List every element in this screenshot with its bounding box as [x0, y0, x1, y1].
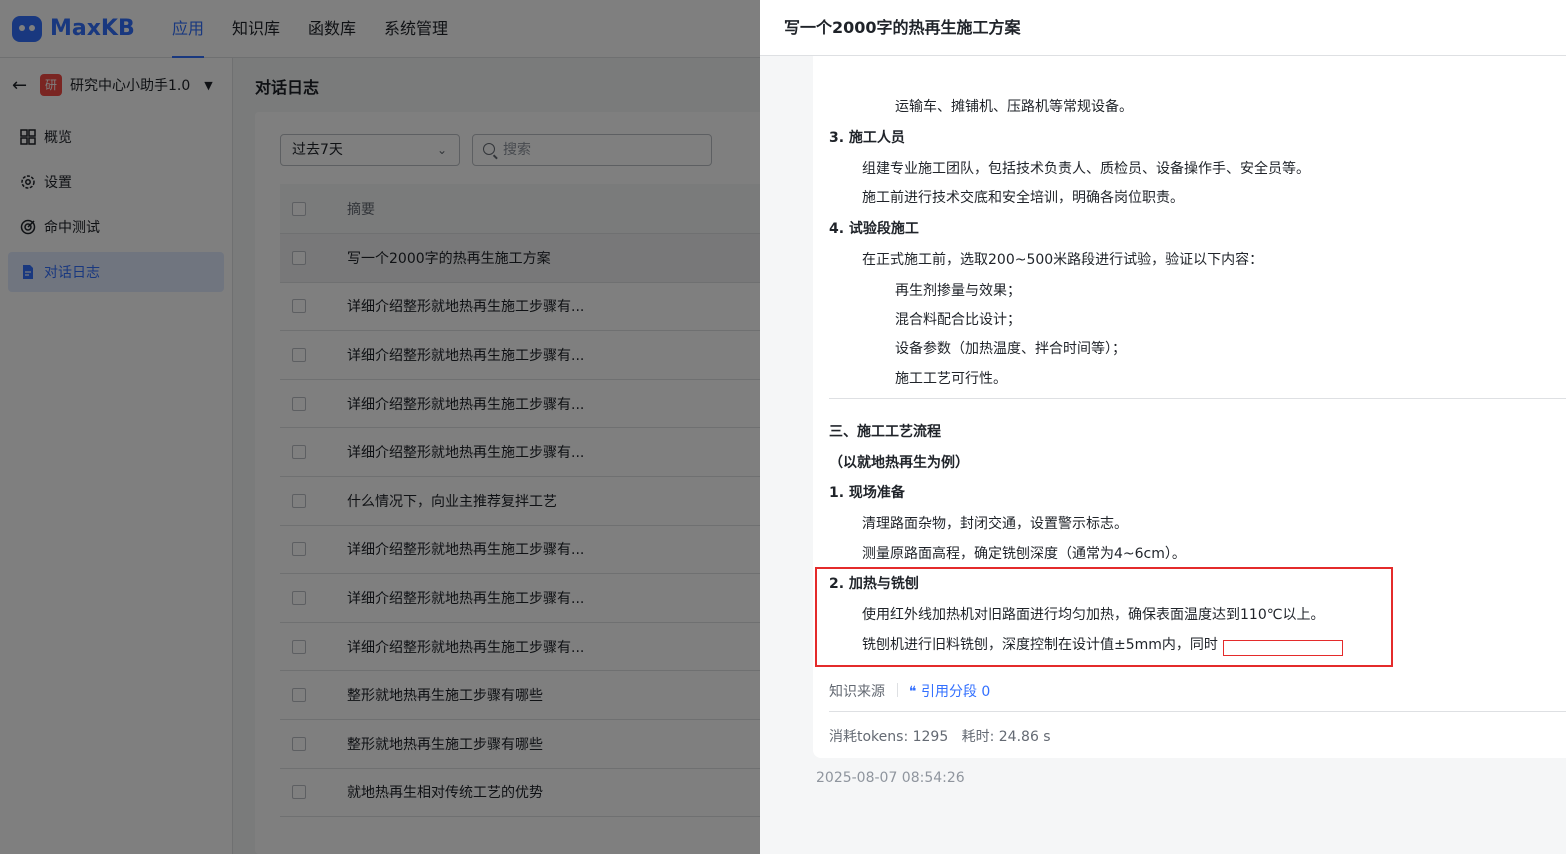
- answer-line: 混合料配合比设计；: [895, 312, 1021, 328]
- citation-label: 引用分段 0: [920, 684, 991, 700]
- answer-line: 清理路面杂物，封闭交通，设置警示标志。: [862, 516, 1128, 532]
- answer-heading: 3. 施工人员: [829, 130, 905, 146]
- highlight-box-small: [1223, 640, 1343, 656]
- elapsed-time: 耗时: 24.86 s: [961, 729, 1051, 745]
- answer-line: 在正式施工前，选取200~500米路段进行试验，验证以下内容：: [862, 252, 1264, 268]
- token-count: 消耗tokens: 1295: [829, 729, 949, 745]
- modal-overlay[interactable]: [0, 0, 760, 854]
- chat-detail-drawer: 写一个2000字的热再生施工方案 运输车、摊铺机、压路机等常规设备。 3. 施工…: [760, 0, 1566, 854]
- answer-line: 组建专业施工团队，包括技术负责人、质检员、设备操作手、安全员等。: [862, 161, 1310, 177]
- quote-icon: ❝: [909, 684, 921, 700]
- answer-card: 运输车、摊铺机、压路机等常规设备。 3. 施工人员 组建专业施工团队，包括技术负…: [813, 56, 1566, 758]
- answer-line: 测量原路面高程，确定铣刨深度（通常为4~6cm）。: [862, 546, 1186, 562]
- answer-line: 运输车、摊铺机、压路机等常规设备。: [895, 99, 1133, 115]
- answer-line: 施工前进行技术交底和安全培训，明确各岗位职责。: [862, 190, 1184, 206]
- divider: [829, 711, 1566, 712]
- divider: [897, 683, 898, 697]
- answer-line: 再生剂掺量与效果；: [895, 283, 1021, 299]
- knowledge-source-label: 知识来源: [829, 684, 885, 700]
- answer-heading: 4. 试验段施工: [829, 221, 919, 237]
- usage-stats: 消耗tokens: 1295 耗时: 24.86 s: [829, 726, 1051, 746]
- answer-section-heading: 三、施工工艺流程: [829, 424, 941, 440]
- message-timestamp: 2025-08-07 08:54:26: [816, 770, 965, 786]
- citation-link[interactable]: ❝ 引用分段 0: [909, 681, 990, 701]
- divider: [829, 398, 1566, 399]
- answer-line: 设备参数（加热温度、拌合时间等）；: [895, 341, 1126, 357]
- drawer-body: 运输车、摊铺机、压路机等常规设备。 3. 施工人员 组建专业施工团队，包括技术负…: [760, 56, 1566, 854]
- answer-subheading: （以就地热再生为例）: [829, 455, 969, 471]
- drawer-title: 写一个2000字的热再生施工方案: [760, 0, 1566, 56]
- answer-line: 施工工艺可行性。: [895, 371, 1007, 387]
- answer-heading: 1. 现场准备: [829, 485, 905, 501]
